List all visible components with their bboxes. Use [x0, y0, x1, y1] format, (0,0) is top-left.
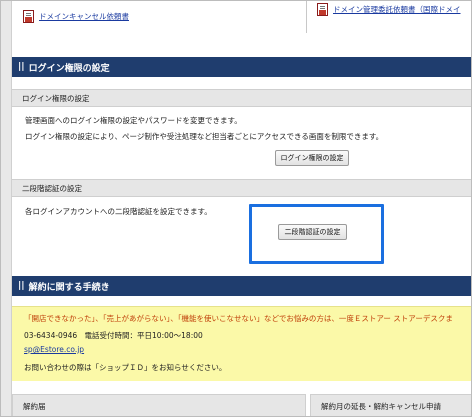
page-frame: ドメインキャンセル依頼書 ドメイン管理委託依頼書（国際ドメイ || ログイン権限… [0, 0, 472, 417]
login-permission-desc-1: 管理画面へのログイン権限の設定やパスワードを変更できます。 [25, 116, 242, 125]
cancellation-form-title: 解約届 [23, 401, 46, 411]
domain-cancel-form-label: ドメインキャンセル依頼書 [39, 12, 129, 21]
two-factor-subtitle: 二段階認証の設定 [22, 183, 82, 193]
cancellation-extension-header: 解約月の延長・解約キャンセル申請 [310, 394, 471, 416]
column-divider [306, 1, 307, 33]
notice-message: 「開店できなかった」、「売上があがらない」、「機能を使いこなせない」などでお悩み… [24, 314, 453, 323]
section-bar-icon: || [18, 281, 25, 291]
login-section-title: ログイン権限の設定 [28, 63, 110, 74]
notice-phone-line: 03-6434-0946 電話受付時間：平日10:00～18:00 [24, 330, 203, 341]
login-permission-desc-2: ログイン権限の設定により、ページ制作や受注処理など担当者ごとにアクセスできる画面… [25, 132, 384, 141]
cancellation-section-header: || 解約に関する手続き [12, 276, 471, 296]
cancellation-form-header: 解約届 [12, 394, 306, 416]
cancellation-section-title: 解約に関する手続き [28, 282, 110, 293]
notice-contact-info: お問い合わせの際は「ショップＩＤ」をお知らせください。 [24, 363, 227, 372]
notice-hours: 電話受付時間：平日10:00～18:00 [84, 331, 203, 340]
login-permission-button[interactable]: ログイン権限の設定 [275, 150, 349, 166]
notice-email-link[interactable]: sp@Estore.co.jp [24, 345, 84, 354]
domain-management-form-label: ドメイン管理委託依頼書（国際ドメイ [333, 5, 461, 14]
two-factor-subheader: 二段階認証の設定 [12, 179, 471, 197]
support-notice: 「開店できなかった」、「売上があがらない」、「機能を使いこなせない」などでお悩み… [12, 306, 471, 381]
two-factor-desc: 各ログインアカウントへの二段階認証を設定できます。 [25, 207, 212, 216]
highlight-box [249, 204, 384, 264]
pdf-icon [317, 3, 328, 16]
login-permission-subtitle: ログイン権限の設定 [22, 93, 90, 103]
domain-cancel-form-link[interactable]: ドメインキャンセル依頼書 [23, 10, 129, 23]
left-gutter [1, 1, 12, 416]
section-bar-icon: || [18, 62, 25, 72]
pdf-icon [23, 10, 34, 23]
domain-management-form-link[interactable]: ドメイン管理委託依頼書（国際ドメイ [317, 3, 461, 16]
notice-phone: 03-6434-0946 [24, 331, 78, 340]
cancellation-extension-title: 解約月の延長・解約キャンセル申請 [321, 401, 441, 411]
login-permission-subheader: ログイン権限の設定 [12, 89, 471, 107]
login-section-header: || ログイン権限の設定 [12, 57, 471, 77]
